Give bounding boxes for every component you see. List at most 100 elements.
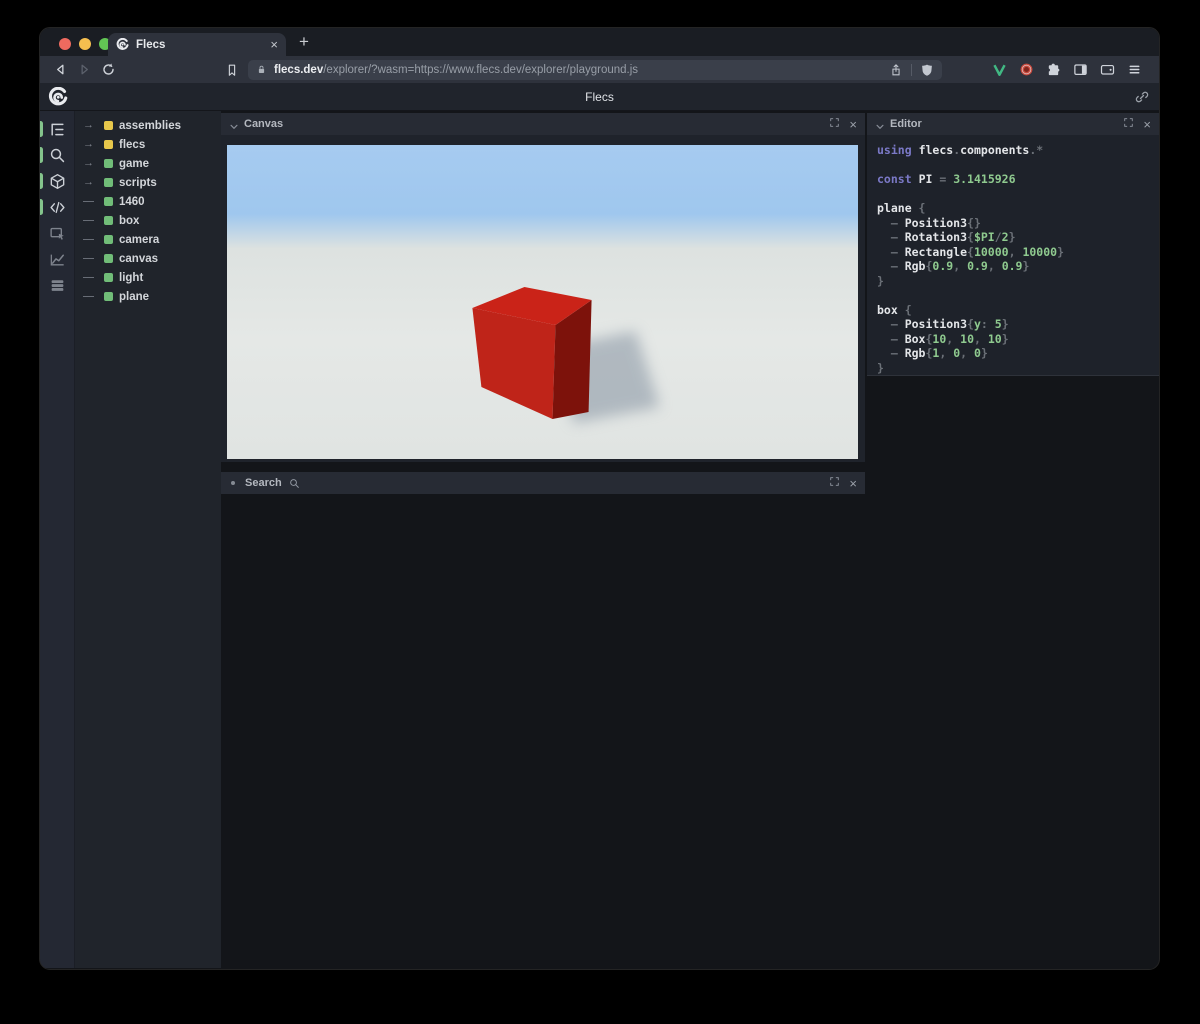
url-path: /explorer/?wasm=https://www.flecs.dev/ex… <box>323 64 638 76</box>
leaf-dash-icon <box>83 296 98 298</box>
canvas-panel-title: Canvas <box>244 118 283 130</box>
canvas-panel-body <box>221 135 865 462</box>
query-search-icon[interactable] <box>40 142 75 168</box>
tree-item-assemblies[interactable]: → assemblies <box>75 116 221 135</box>
close-panel-icon[interactable]: × <box>849 477 857 490</box>
tree-item-label: scripts <box>119 177 157 189</box>
search-icon <box>289 478 300 489</box>
tree-item-label: canvas <box>119 253 158 265</box>
canvas-3d-icon[interactable] <box>40 168 75 194</box>
tree-item-camera[interactable]: camera <box>75 230 221 249</box>
sidebar-toggle-icon[interactable] <box>1071 61 1089 79</box>
code-editor-icon[interactable] <box>40 194 75 220</box>
fullscreen-icon[interactable] <box>829 474 840 492</box>
red-extension-icon[interactable] <box>1017 61 1035 79</box>
divider <box>911 64 912 76</box>
entity-color-square <box>104 273 113 282</box>
main-area: Canvas × <box>221 111 1159 968</box>
entity-color-square <box>104 254 113 263</box>
entity-tree-icon[interactable] <box>40 116 75 142</box>
entity-color-square <box>104 178 113 187</box>
tables-icon[interactable] <box>40 272 75 298</box>
editor-column: Editor × using flecs.components.* const … <box>867 111 1159 968</box>
3d-viewport[interactable] <box>227 145 858 459</box>
menu-icon[interactable] <box>1125 61 1143 79</box>
back-button[interactable] <box>50 60 70 80</box>
collapsed-dot-icon[interactable] <box>231 481 235 485</box>
url-text: flecs.dev/explorer/?wasm=https://www.fle… <box>274 64 889 76</box>
active-indicator <box>40 147 43 163</box>
left-icon-strip <box>40 111 75 968</box>
search-panel-title: Search <box>245 477 282 489</box>
tree-item-scripts[interactable]: → scripts <box>75 173 221 192</box>
brave-shield-icon[interactable] <box>920 63 934 77</box>
toolbar-right-icons <box>990 61 1143 79</box>
entity-color-square <box>104 216 113 225</box>
close-window-button[interactable] <box>59 38 71 50</box>
tab-title: Flecs <box>136 39 263 51</box>
leaf-dash-icon <box>83 277 98 279</box>
entity-color-square <box>104 140 113 149</box>
inspector-icon[interactable] <box>40 220 75 246</box>
wallet-icon[interactable] <box>1098 61 1116 79</box>
share-link-icon[interactable] <box>1134 89 1150 105</box>
code-line: – Rotation3{$PI/2} <box>877 230 1159 245</box>
tab-close-icon[interactable]: × <box>270 38 278 51</box>
entity-tree: →assemblies→flecs→game→scripts1460boxcam… <box>75 111 221 968</box>
tree-item-1460[interactable]: 1460 <box>75 192 221 211</box>
expand-arrow-icon[interactable]: → <box>83 158 98 169</box>
close-panel-icon[interactable]: × <box>1143 118 1151 131</box>
share-icon[interactable] <box>889 63 903 77</box>
tree-item-game[interactable]: →game <box>75 154 221 173</box>
expand-arrow-icon[interactable]: → <box>83 120 98 131</box>
bookmark-icon[interactable] <box>222 60 242 80</box>
tree-item-box[interactable]: box <box>75 211 221 230</box>
tree-item-label: assemblies <box>119 120 181 132</box>
tree-item-light[interactable]: light <box>75 268 221 287</box>
code-line <box>877 158 1159 173</box>
code-line: } <box>877 274 1159 289</box>
vue-devtools-icon[interactable] <box>990 61 1008 79</box>
active-indicator <box>40 199 43 215</box>
flecs-logo-icon[interactable] <box>48 87 68 107</box>
code-line: – Rectangle{10000, 10000} <box>877 245 1159 260</box>
tree-item-plane[interactable]: plane <box>75 287 221 306</box>
expand-arrow-icon[interactable]: → <box>83 177 98 188</box>
chevron-down-icon[interactable] <box>875 119 885 129</box>
stats-chart-icon[interactable] <box>40 246 75 272</box>
3d-scene <box>227 145 858 459</box>
code-area[interactable]: using flecs.components.* const PI = 3.14… <box>867 135 1159 376</box>
code-line: – Box{10, 10, 10} <box>877 332 1159 347</box>
forward-button[interactable] <box>74 60 94 80</box>
expand-arrow-icon[interactable]: → <box>83 139 98 150</box>
chevron-down-icon[interactable] <box>229 119 239 129</box>
code-line: – Position3{} <box>877 216 1159 231</box>
editor-panel-title: Editor <box>890 118 922 130</box>
leaf-dash-icon <box>83 258 98 260</box>
new-tab-button[interactable]: + <box>294 32 314 52</box>
active-indicator <box>40 173 43 189</box>
entity-color-square <box>104 121 113 130</box>
entity-color-square <box>104 235 113 244</box>
code-line: const PI = 3.1415926 <box>877 172 1159 187</box>
code-line: } <box>877 361 1159 376</box>
fullscreen-icon[interactable] <box>1123 115 1134 133</box>
tree-item-flecs[interactable]: →flecs <box>75 135 221 154</box>
code-line: – Position3{y: 5} <box>877 317 1159 332</box>
lock-icon <box>256 64 267 75</box>
browser-tab[interactable]: Flecs × <box>108 33 286 56</box>
canvas-panel-header: Canvas × <box>221 113 865 135</box>
address-bar[interactable]: flecs.dev/explorer/?wasm=https://www.fle… <box>248 60 942 80</box>
search-panel-header[interactable]: Search × <box>221 472 865 494</box>
search-panel: Search × <box>221 472 865 494</box>
cube-left-face <box>472 308 555 419</box>
reload-button[interactable] <box>98 60 118 80</box>
tree-item-canvas[interactable]: canvas <box>75 249 221 268</box>
fullscreen-icon[interactable] <box>829 115 840 133</box>
extensions-icon[interactable] <box>1044 61 1062 79</box>
close-panel-icon[interactable]: × <box>849 118 857 131</box>
tree-item-label: box <box>119 215 139 227</box>
canvas-panel: Canvas × <box>221 113 865 462</box>
minimize-window-button[interactable] <box>79 38 91 50</box>
tree-item-label: 1460 <box>119 196 145 208</box>
